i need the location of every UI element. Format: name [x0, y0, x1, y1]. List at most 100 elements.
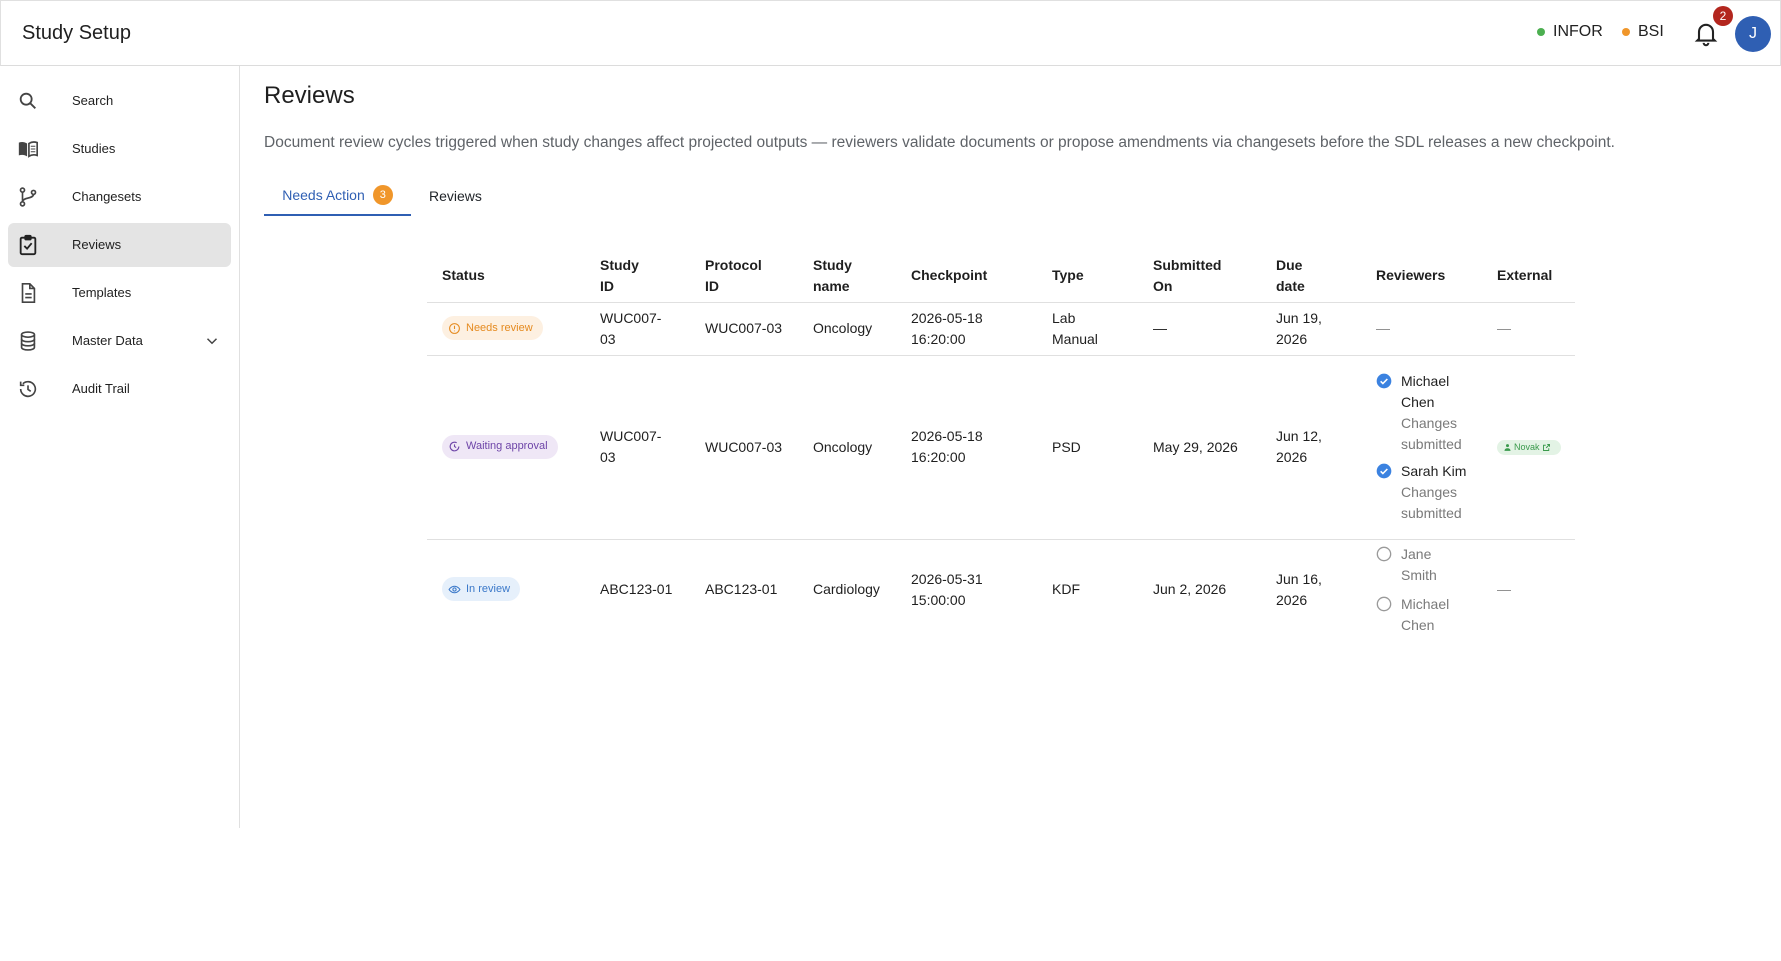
reviewer-name: Michael Chen — [1401, 595, 1450, 633]
reviewers-cell: Michael Chen Changes submitted Sarah Kim… — [1361, 355, 1482, 540]
env-label: BSI — [1638, 23, 1664, 40]
document-icon — [21, 283, 36, 303]
status-cell: In review — [427, 539, 585, 640]
study-name-cell: Oncology — [798, 355, 896, 540]
reviewers-cell: Jane Smith Michael Chen — [1361, 539, 1482, 640]
protocol-id-cell: WUC007-03 — [690, 302, 798, 356]
type-cell: PSD — [1037, 355, 1138, 540]
submitted-on-cell: — — [1138, 302, 1261, 356]
status-dot-icon — [1622, 28, 1630, 36]
branch-icon — [19, 187, 37, 207]
clock-icon — [449, 441, 460, 452]
column-header-status[interactable]: Status — [427, 250, 585, 303]
database-icon — [20, 331, 36, 351]
column-header-reviewers[interactable]: Reviewers — [1361, 250, 1482, 303]
column-header-protocol-id[interactable]: Protocol ID — [690, 250, 798, 303]
person-icon — [1504, 443, 1511, 451]
status-badge: Waiting approval — [442, 434, 558, 459]
status-cell: Needs review — [427, 302, 585, 356]
check-circle-icon — [1376, 373, 1392, 388]
env-indicator-bsi[interactable]: BSI — [1622, 23, 1664, 41]
status-badge: Needs review — [442, 316, 543, 341]
column-header-submitted-on[interactable]: Submitted On — [1138, 250, 1261, 303]
table-header-row: Status Study ID Protocol ID Study name C… — [427, 250, 1575, 303]
sidebar-item-search[interactable]: Search — [8, 79, 231, 123]
reviews-table: Status Study ID Protocol ID Study name C… — [427, 250, 1575, 640]
sidebar-item-label: Search — [72, 93, 114, 108]
checkpoint-cell: 2026-05-18 16:20:00 — [896, 302, 1037, 356]
study-name-cell: Cardiology — [813, 581, 880, 597]
external-cell: — — [1497, 581, 1511, 597]
study-id-cell: ABC123-01 — [600, 581, 673, 597]
sidebar-item-label: Reviews — [72, 237, 122, 252]
protocol-id-cell: ABC123-01 — [705, 581, 778, 597]
reviewer-status: Changes submitted — [1401, 414, 1462, 452]
reviewers-cell: — — [1361, 302, 1482, 356]
submitted-on-cell: Jun 2, 2026 — [1153, 581, 1227, 597]
column-header-study-name[interactable]: Study name — [798, 250, 896, 303]
type-cell: Lab Manual — [1037, 302, 1138, 356]
table-row[interactable]: Needs review WUC007-03 WUC007-03 Oncolog… — [427, 302, 1575, 356]
tab-needs-action[interactable]: Needs Action 3 — [264, 176, 411, 216]
reviewer-name: Jane Smith — [1401, 545, 1437, 583]
reviewer-item: Michael Chen Changes submitted — [1376, 371, 1474, 455]
status-cell: Waiting approval — [427, 355, 585, 540]
chevron-down-icon[interactable] — [203, 332, 221, 350]
empty-circle-icon — [1376, 546, 1392, 561]
column-header-checkpoint[interactable]: Checkpoint — [896, 250, 1037, 303]
sidebar-item-audit-trail[interactable]: Audit Trail — [8, 367, 231, 411]
book-icon — [18, 141, 38, 158]
due-date-cell: Jun 19, 2026 — [1261, 302, 1361, 356]
checkpoint-cell: 2026-05-31 15:00:00 — [911, 570, 983, 608]
reviewer-item: Michael Chen — [1376, 594, 1474, 636]
column-header-study-id[interactable]: Study ID — [585, 250, 690, 303]
sidebar-item-templates[interactable]: Templates — [8, 271, 231, 315]
table-row[interactable]: In review ABC123-01 ABC123-01 Cardiology… — [427, 539, 1575, 640]
tab-count-badge: 3 — [372, 185, 393, 205]
external-reviewer-chip[interactable]: Novak — [1497, 439, 1561, 455]
sidebar: Search Studies Changesets Reviews Templa… — [0, 66, 240, 828]
page-description: Document review cycles triggered when st… — [264, 134, 1615, 151]
env-label: INFOR — [1553, 23, 1603, 40]
study-id-cell: WUC007-03 — [585, 302, 690, 356]
sidebar-item-label: Studies — [72, 141, 116, 156]
column-header-external[interactable]: External — [1482, 250, 1575, 303]
clipboard-check-icon — [19, 234, 37, 256]
search-icon — [19, 92, 36, 109]
app-title: Study Setup — [22, 22, 131, 44]
page-title: Reviews — [264, 82, 355, 109]
reviewer-status: Changes submitted — [1401, 483, 1462, 521]
status-badge: In review — [442, 577, 521, 602]
sidebar-item-studies[interactable]: Studies — [8, 127, 231, 171]
sidebar-item-reviews[interactable]: Reviews — [8, 223, 231, 267]
user-avatar[interactable]: J — [1735, 16, 1771, 52]
alert-circle-icon — [449, 322, 460, 334]
external-cell: Novak — [1482, 355, 1575, 540]
reviewer-item: Jane Smith — [1376, 544, 1474, 586]
tab-reviews[interactable]: Reviews — [429, 176, 482, 216]
column-header-type[interactable]: Type — [1037, 250, 1138, 303]
sidebar-item-label: Audit Trail — [72, 381, 130, 396]
external-link-icon — [1542, 443, 1550, 451]
env-indicator-infor[interactable]: INFOR — [1537, 23, 1603, 41]
due-date-cell: Jun 16, 2026 — [1276, 570, 1322, 608]
sidebar-item-label: Templates — [72, 285, 132, 300]
external-cell: — — [1482, 302, 1575, 356]
type-cell: KDF — [1052, 581, 1080, 597]
eye-icon — [448, 585, 461, 594]
submitted-on-cell: May 29, 2026 — [1138, 355, 1261, 540]
tab-label: Reviews — [429, 188, 482, 204]
history-icon — [19, 380, 37, 398]
reviewer-name: Michael Chen — [1401, 372, 1450, 410]
sidebar-item-changesets[interactable]: Changesets — [8, 175, 231, 219]
table-row[interactable]: Waiting approval WUC007-03 WUC007-03 Onc… — [427, 355, 1575, 540]
empty-circle-icon — [1376, 596, 1392, 611]
reviewer-name: Sarah Kim — [1401, 462, 1467, 479]
top-bar: Study Setup INFOR BSI 2 J — [0, 0, 1781, 66]
due-date-cell: Jun 12, 2026 — [1261, 355, 1361, 540]
study-id-cell: WUC007-03 — [585, 355, 690, 540]
sidebar-item-master-data[interactable]: Master Data — [8, 319, 231, 363]
sidebar-item-label: Master Data — [72, 333, 143, 348]
column-header-due-date[interactable]: Due date — [1261, 250, 1361, 303]
sidebar-item-label: Changesets — [72, 189, 142, 204]
